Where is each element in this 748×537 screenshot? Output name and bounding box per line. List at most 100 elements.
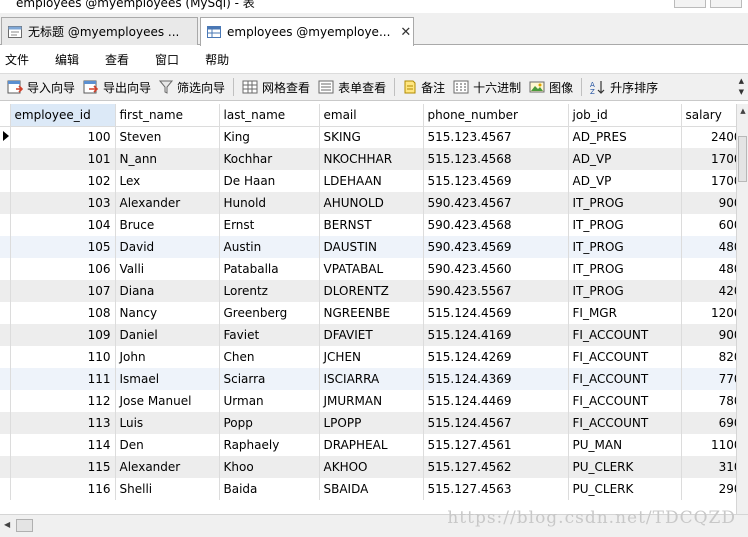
cell-job-id[interactable]: PU_CLERK [568,478,682,500]
table-row[interactable]: 100 Steven King SKING 515.123.4567 AD_PRES 240… [0,126,736,148]
export-wizard-button[interactable]: 导出向导 [79,76,155,98]
cell-first-name[interactable]: John [115,346,220,368]
minimize-button[interactable] [674,0,706,8]
cell-employee-id[interactable]: 115 [10,456,116,478]
cell-last-name[interactable]: Austin [219,236,320,258]
cell-salary[interactable]: 900 [681,324,736,346]
row-indicator[interactable] [0,346,11,368]
cell-job-id[interactable]: IT_PROG [568,236,682,258]
cell-email[interactable]: ISCIARRA [319,368,424,390]
cell-salary[interactable]: 480 [681,258,736,280]
cell-salary[interactable]: 820 [681,346,736,368]
cell-email[interactable]: DFAVIET [319,324,424,346]
cell-phone-number[interactable]: 590.423.5567 [423,280,569,302]
cell-last-name[interactable]: Lorentz [219,280,320,302]
row-indicator[interactable] [0,170,11,192]
memo-button[interactable]: 备注 [399,76,449,98]
cell-phone-number[interactable]: 515.123.4569 [423,170,569,192]
cell-first-name[interactable]: Shelli [115,478,220,500]
cell-email[interactable]: AKHOO [319,456,424,478]
cell-job-id[interactable]: AD_VP [568,170,682,192]
import-wizard-button[interactable]: 导入向导 [3,76,79,98]
cell-email[interactable]: SBAIDA [319,478,424,500]
cell-employee-id[interactable]: 100 [10,126,116,148]
cell-employee-id[interactable]: 114 [10,434,116,456]
table-row[interactable]: 108 Nancy Greenberg NGREENBE 515.124.4569 FI_… [0,302,736,324]
cell-phone-number[interactable]: 515.124.4369 [423,368,569,390]
cell-employee-id[interactable]: 105 [10,236,116,258]
cell-email[interactable]: DAUSTIN [319,236,424,258]
cell-email[interactable]: DRAPHEAL [319,434,424,456]
cell-email[interactable]: BERNST [319,214,424,236]
cell-salary[interactable]: 310 [681,456,736,478]
cell-employee-id[interactable]: 113 [10,412,116,434]
cell-employee-id[interactable]: 109 [10,324,116,346]
maximize-button[interactable] [710,0,742,8]
row-indicator[interactable] [0,236,11,258]
cell-job-id[interactable]: PU_CLERK [568,456,682,478]
cell-email[interactable]: LPOPP [319,412,424,434]
cell-email[interactable]: VPATABAL [319,258,424,280]
row-indicator[interactable] [0,324,11,346]
row-indicator[interactable] [0,214,11,236]
cell-employee-id[interactable]: 108 [10,302,116,324]
row-indicator[interactable] [0,434,11,456]
cell-phone-number[interactable]: 515.124.4469 [423,390,569,412]
tab-untitled-query[interactable]: 无标题 @myemployees ... [1,17,198,45]
menu-file[interactable]: 文件 [0,51,38,68]
data-grid[interactable]: employee_id first_name last_name email p… [0,104,736,514]
cell-first-name[interactable]: Alexander [115,192,220,214]
table-row[interactable]: 116 Shelli Baida SBAIDA 515.127.4563 PU_CLERK… [0,478,736,500]
chevron-up-icon[interactable]: ▲ [739,76,744,87]
cell-last-name[interactable]: De Haan [219,170,320,192]
cell-last-name[interactable]: Sciarra [219,368,320,390]
cell-phone-number[interactable]: 515.123.4568 [423,148,569,170]
cell-email[interactable]: JCHEN [319,346,424,368]
cell-job-id[interactable]: AD_VP [568,148,682,170]
row-indicator[interactable] [0,456,11,478]
cell-email[interactable]: DLORENTZ [319,280,424,302]
cell-email[interactable]: NKOCHHAR [319,148,424,170]
filter-wizard-button[interactable]: 筛选向导 [155,76,229,98]
row-indicator[interactable] [0,412,11,434]
row-indicator[interactable] [0,126,11,148]
cell-first-name[interactable]: Jose Manuel [115,390,220,412]
cell-job-id[interactable]: IT_PROG [568,258,682,280]
cell-phone-number[interactable]: 590.423.4569 [423,236,569,258]
row-indicator[interactable] [0,368,11,390]
table-row[interactable]: 112 Jose Manuel Urman JMURMAN 515.124.4469 FI… [0,390,736,412]
scroll-left-icon[interactable]: ◀ [4,520,10,529]
scroll-up-icon[interactable]: ▲ [738,105,748,117]
cell-first-name[interactable]: Valli [115,258,220,280]
cell-phone-number[interactable]: 515.124.4567 [423,412,569,434]
table-row[interactable]: 110 John Chen JCHEN 515.124.4269 FI_ACCOUNT 82… [0,346,736,368]
row-indicator[interactable] [0,390,11,412]
row-indicator[interactable] [0,258,11,280]
row-indicator[interactable] [0,302,11,324]
cell-salary[interactable]: 600 [681,214,736,236]
table-row[interactable]: 111 Ismael Sciarra ISCIARRA 515.124.4369 FI_A… [0,368,736,390]
hex-button[interactable]: 十六进制 [449,76,525,98]
menu-view[interactable]: 查看 [100,51,138,68]
cell-last-name[interactable]: Hunold [219,192,320,214]
cell-employee-id[interactable]: 112 [10,390,116,412]
cell-first-name[interactable]: Lex [115,170,220,192]
cell-phone-number[interactable]: 515.127.4562 [423,456,569,478]
column-header-phone-number[interactable]: phone_number [423,104,569,127]
cell-phone-number[interactable]: 515.124.4569 [423,302,569,324]
cell-phone-number[interactable]: 515.124.4169 [423,324,569,346]
cell-employee-id[interactable]: 107 [10,280,116,302]
cell-last-name[interactable]: Urman [219,390,320,412]
cell-salary[interactable]: 480 [681,236,736,258]
cell-first-name[interactable]: Luis [115,412,220,434]
form-view-button[interactable]: 表单查看 [314,76,390,98]
column-header-email[interactable]: email [319,104,424,127]
row-indicator[interactable] [0,148,11,170]
cell-first-name[interactable]: David [115,236,220,258]
cell-employee-id[interactable]: 103 [10,192,116,214]
cell-employee-id[interactable]: 110 [10,346,116,368]
cell-job-id[interactable]: FI_ACCOUNT [568,412,682,434]
cell-email[interactable]: AHUNOLD [319,192,424,214]
cell-last-name[interactable]: King [219,126,320,148]
cell-phone-number[interactable]: 515.127.4563 [423,478,569,500]
